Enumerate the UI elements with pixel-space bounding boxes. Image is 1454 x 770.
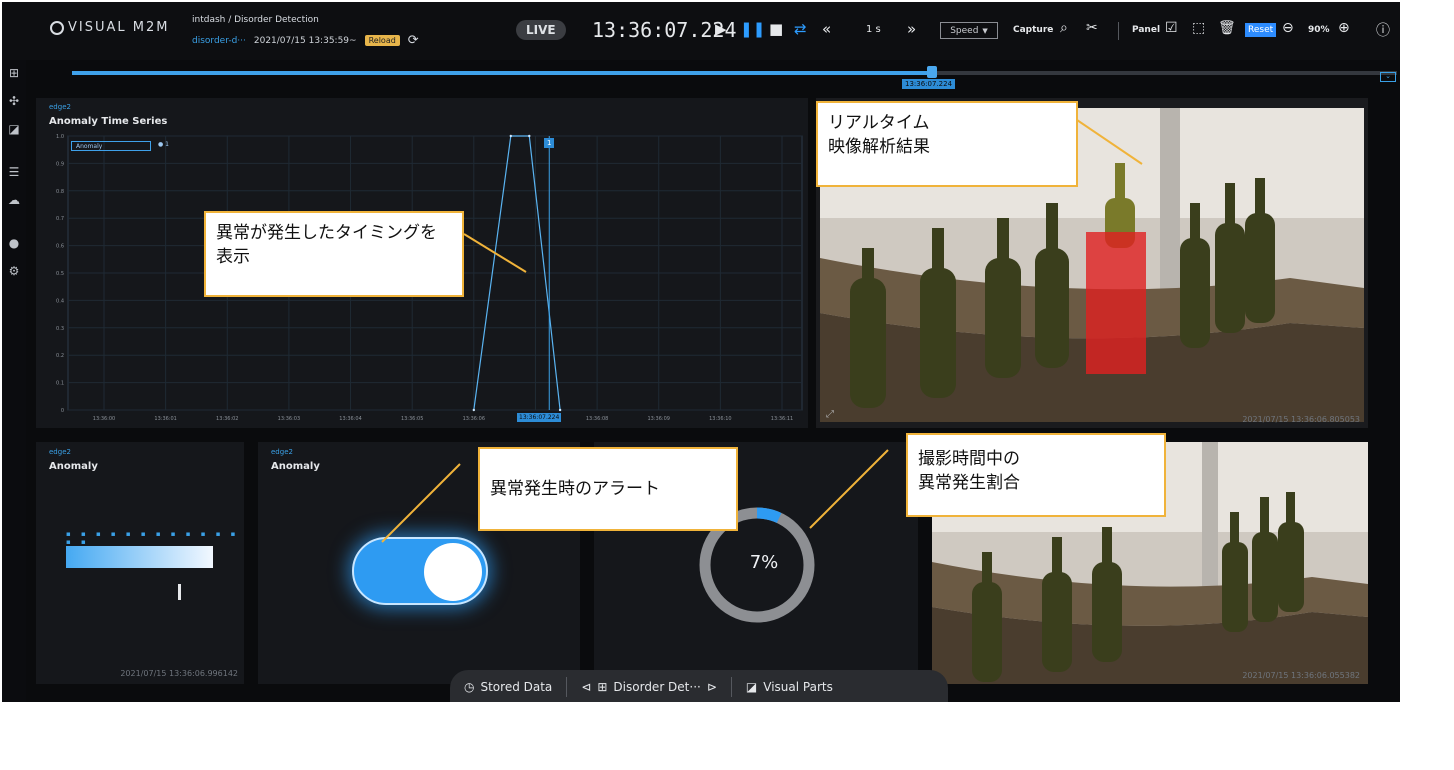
screen-name[interactable]: Disorder Det··· bbox=[613, 680, 700, 694]
callout-anomaly-ratio: 撮影時間中の 異常発生割合 bbox=[906, 433, 1166, 517]
callout-realtime-analysis: リアルタイム 映像解析結果 bbox=[816, 101, 1078, 187]
stored-data-button[interactable]: ◷ Stored Data bbox=[450, 680, 566, 694]
clock-icon: ◷ bbox=[464, 680, 475, 694]
next-screen-icon[interactable]: ⊳ bbox=[707, 680, 717, 694]
screen-switcher: ⊲ ⊞ Disorder Det··· ⊳ bbox=[567, 680, 731, 694]
app-window: VISUAL M2M intdash / Disorder Detection … bbox=[2, 2, 1400, 702]
callout-anomaly-timing: 異常が発生したタイミングを表示 bbox=[204, 211, 464, 297]
stored-data-label: Stored Data bbox=[480, 680, 553, 694]
visual-parts-button[interactable]: ◪ Visual Parts bbox=[732, 680, 847, 694]
visual-parts-label: Visual Parts bbox=[763, 680, 833, 694]
chart-icon: ◪ bbox=[745, 680, 758, 694]
callout-leaders bbox=[381, 119, 1143, 543]
prev-screen-icon[interactable]: ⊲ bbox=[581, 680, 591, 694]
bottom-bar: ◷ Stored Data ⊲ ⊞ Disorder Det··· ⊳ ◪ Vi… bbox=[450, 670, 948, 702]
screen-grid-icon: ⊞ bbox=[597, 680, 608, 694]
callout-anomaly-alert: 異常発生時のアラート bbox=[478, 447, 738, 531]
